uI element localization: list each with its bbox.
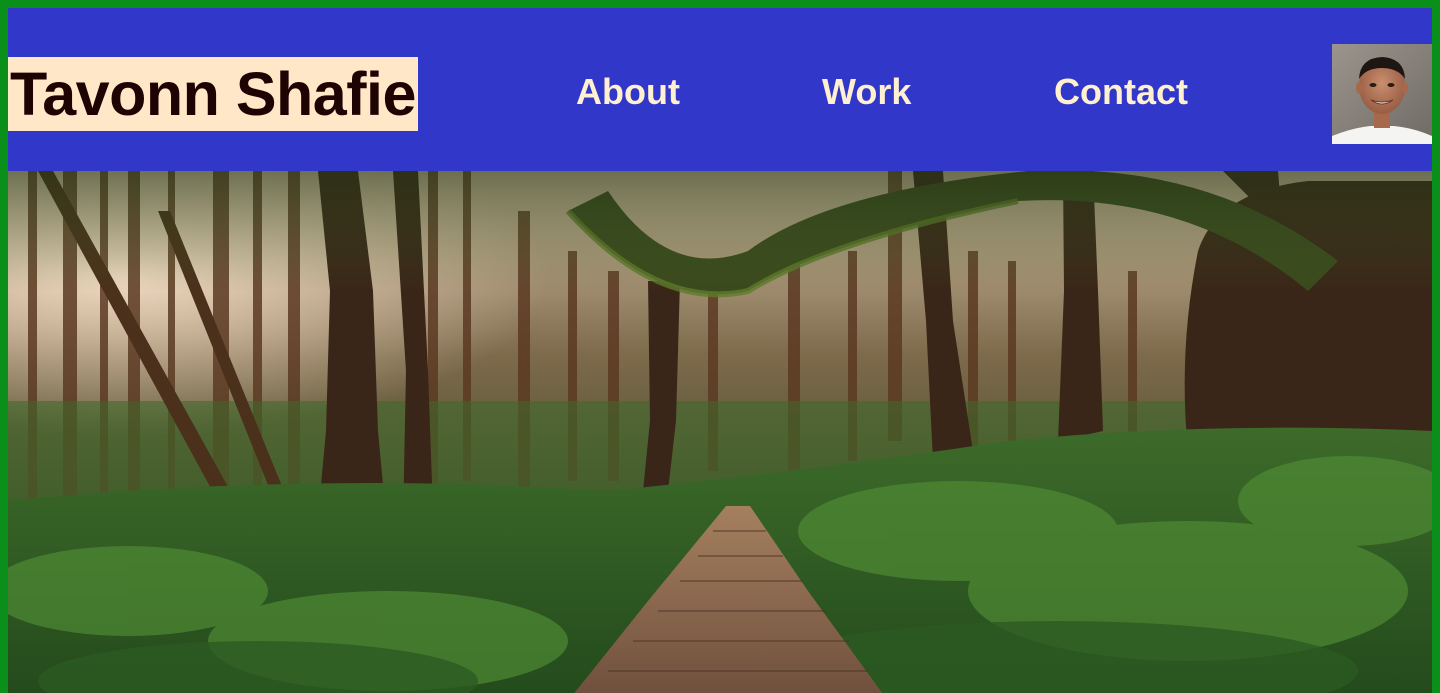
forest-path-photo-icon [8,171,1432,693]
hero-banner [8,171,1432,693]
site-logo[interactable]: Tavonn Shafie [8,57,418,131]
profile-avatar [1332,44,1432,144]
nav-link-about[interactable]: About [576,71,680,113]
nav-link-work[interactable]: Work [822,71,911,113]
avatar-photo-icon [1332,44,1432,144]
site-header: Tavonn Shafie About Work Contact [8,11,1432,171]
nav-link-contact[interactable]: Contact [1054,71,1188,113]
page-frame: Tavonn Shafie About Work Contact [0,0,1440,693]
